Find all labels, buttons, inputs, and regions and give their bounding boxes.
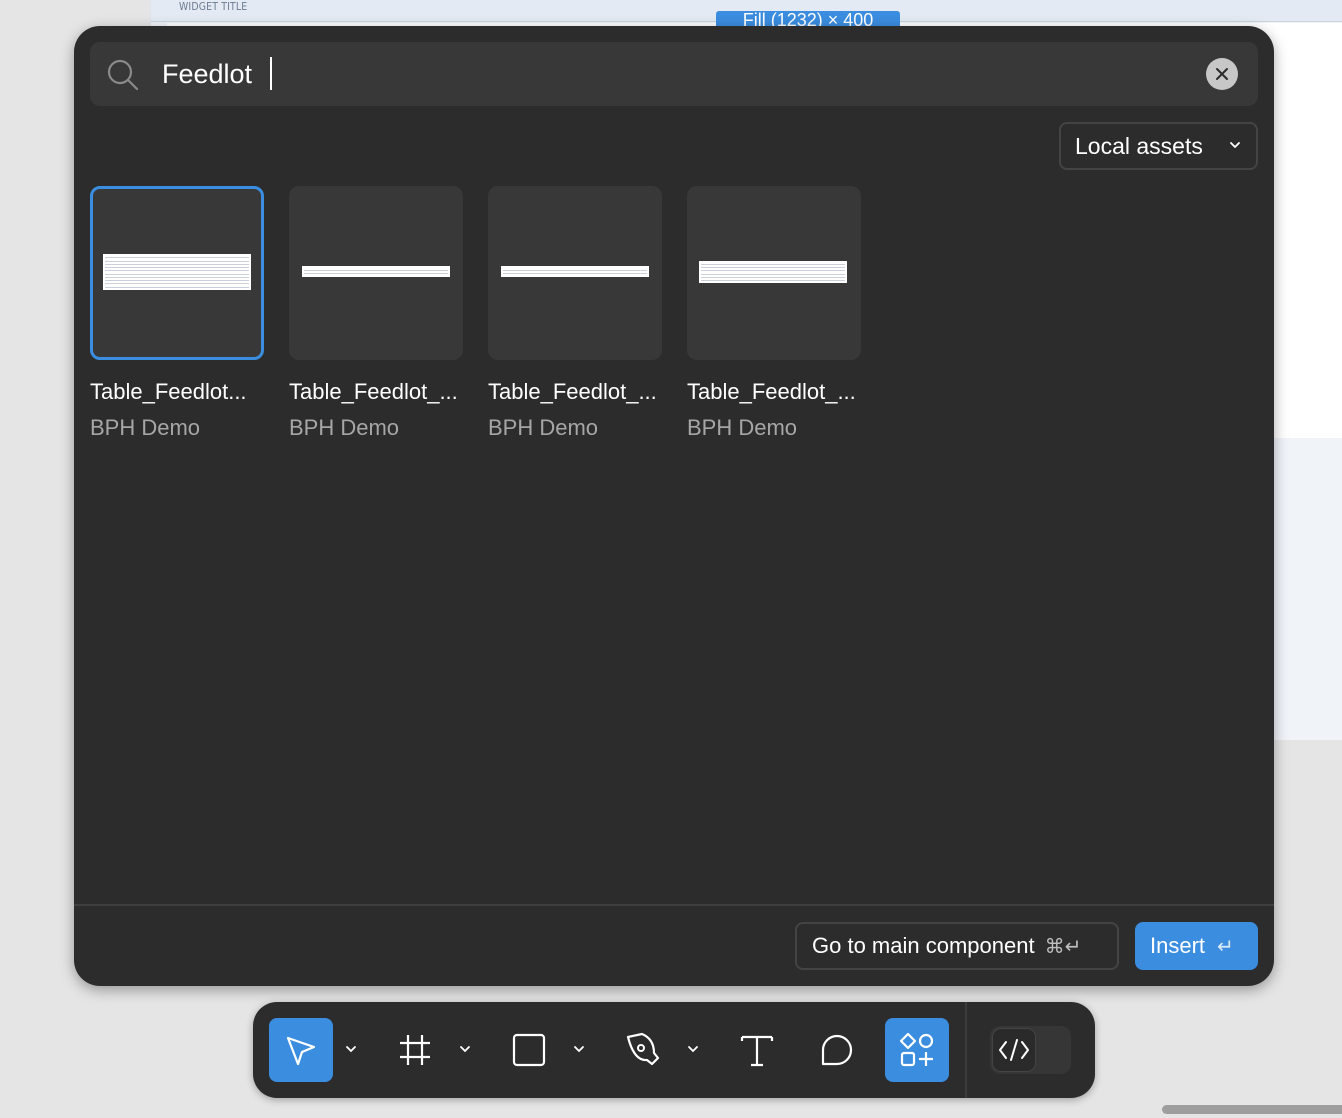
preview-row-line	[701, 264, 845, 265]
preview-row-line	[701, 274, 845, 275]
frame-tool-button[interactable]	[383, 1018, 447, 1082]
assets-tool-button[interactable]	[885, 1018, 949, 1082]
preview-row-line	[105, 264, 249, 265]
preview-row-line	[105, 267, 249, 268]
move-tool-menu[interactable]	[344, 1042, 358, 1056]
assets-dialog: Local assets Table_Feedlot... BPH Demo T…	[74, 26, 1274, 986]
chevron-down-icon	[346, 1046, 356, 1053]
table-preview	[302, 266, 450, 277]
comment-tool-button[interactable]	[805, 1018, 869, 1082]
text-tool-button[interactable]	[725, 1018, 789, 1082]
code-icon	[999, 1039, 1029, 1061]
comment-icon	[821, 1034, 853, 1066]
toolbar-divider	[965, 1002, 967, 1098]
rectangle-tool-button[interactable]	[497, 1018, 561, 1082]
insert-button[interactable]: Insert ↵	[1135, 922, 1258, 970]
asset-title: Table_Feedlot...	[90, 379, 247, 404]
preview-row-line	[304, 270, 448, 271]
bottom-toolbar	[253, 1002, 1095, 1098]
dev-mode-knob	[992, 1028, 1036, 1072]
asset-thumbnail[interactable]	[488, 186, 662, 360]
asset-thumbnail[interactable]	[687, 186, 861, 360]
preview-row-line	[701, 267, 845, 268]
chevron-down-icon	[688, 1046, 698, 1053]
clear-search-button[interactable]	[1206, 58, 1238, 90]
preview-row-line	[105, 277, 249, 278]
asset-library: BPH Demo	[687, 415, 798, 440]
go-to-main-component-label: Go to main component	[812, 933, 1035, 958]
preview-row-line	[503, 273, 647, 274]
asset-scope-dropdown[interactable]: Local assets	[1059, 122, 1258, 170]
preview-row-line	[701, 277, 845, 278]
text-icon	[740, 1035, 774, 1067]
close-icon	[1216, 68, 1228, 80]
cursor-icon	[286, 1036, 316, 1066]
asset-title: Table_Feedlot_...	[488, 379, 657, 404]
search-bar	[90, 42, 1258, 106]
table-preview	[699, 261, 847, 283]
frame-tool-menu[interactable]	[458, 1042, 472, 1056]
asset-library: BPH Demo	[488, 415, 599, 440]
pen-tool-button[interactable]	[611, 1018, 675, 1082]
table-preview	[103, 254, 251, 290]
table-preview	[501, 266, 649, 277]
asset-thumbnail[interactable]	[90, 186, 264, 360]
horizontal-scrollbar[interactable]	[1162, 1105, 1342, 1114]
preview-row-line	[105, 287, 249, 288]
chevron-down-icon	[460, 1046, 470, 1053]
preview-row-line	[304, 273, 448, 274]
enter-key-icon: ↵	[1217, 935, 1234, 958]
preview-row-line	[105, 261, 249, 262]
preview-row-line	[105, 270, 249, 271]
preview-row-line	[105, 283, 249, 284]
preview-row-line	[105, 280, 249, 281]
preview-row-line	[105, 257, 249, 258]
asset-library: BPH Demo	[90, 415, 201, 440]
text-caret	[270, 57, 272, 90]
pen-tool-menu[interactable]	[686, 1042, 700, 1056]
asset-title: Table_Feedlot_...	[289, 379, 458, 404]
asset-library: BPH Demo	[289, 415, 400, 440]
dev-mode-toggle[interactable]	[990, 1026, 1071, 1074]
rectangle-tool-menu[interactable]	[572, 1042, 586, 1056]
keyboard-shortcut: ⌘↵	[1044, 935, 1082, 958]
insert-label: Insert	[1150, 933, 1206, 958]
pen-icon	[626, 1032, 660, 1066]
frame-icon	[400, 1035, 430, 1065]
footer-divider	[74, 904, 1274, 906]
asset-thumbnail[interactable]	[289, 186, 463, 360]
preview-row-line	[701, 270, 845, 271]
go-to-main-component-button[interactable]: Go to main component ⌘↵	[795, 922, 1119, 970]
search-input[interactable]	[162, 56, 1182, 92]
search-icon	[106, 58, 140, 92]
rectangle-icon	[512, 1033, 546, 1067]
move-tool-button[interactable]	[269, 1018, 333, 1082]
asset-title: Table_Feedlot_...	[687, 379, 856, 404]
preview-row-line	[503, 270, 647, 271]
assets-icon	[899, 1032, 934, 1067]
chevron-down-icon	[574, 1046, 584, 1053]
asset-scope-label: Local assets	[1075, 132, 1203, 159]
preview-row-line	[105, 274, 249, 275]
frame-title: WIDGET TITLE	[179, 0, 248, 13]
preview-row-line	[701, 280, 845, 281]
chevron-down-icon	[1230, 142, 1240, 148]
